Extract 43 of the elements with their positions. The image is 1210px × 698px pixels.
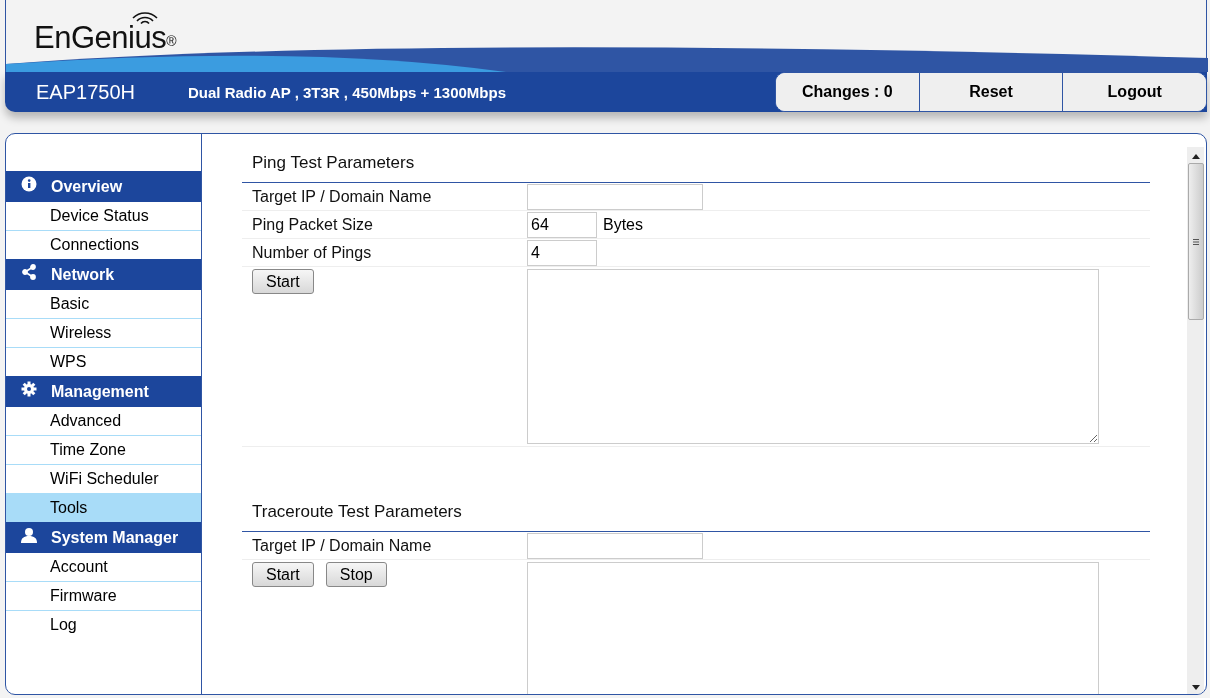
scrollbar[interactable] — [1187, 147, 1204, 694]
field-label: Target IP / Domain Name — [251, 536, 433, 555]
sidebar-item[interactable]: Log — [6, 611, 201, 639]
sidebar-item[interactable]: Connections — [6, 231, 201, 259]
output-textarea[interactable] — [527, 269, 1099, 444]
scroll-down-arrow-icon[interactable] — [1191, 685, 1200, 690]
output-textarea[interactable] — [527, 562, 1099, 694]
sidebar-item[interactable]: Tools — [6, 494, 201, 522]
field-label: Target IP / Domain Name — [251, 187, 433, 206]
section-title: Network — [51, 265, 115, 284]
user-icon — [21, 526, 37, 543]
start-button[interactable]: Start — [252, 562, 314, 587]
input-field[interactable]: 4 — [527, 239, 597, 266]
device-description: Dual Radio AP , 3T3R , 450Mbps + 1300Mbps — [188, 83, 507, 101]
input-field[interactable] — [527, 532, 703, 559]
input-field[interactable] — [527, 183, 703, 210]
scroll-up-arrow-icon[interactable] — [1191, 154, 1200, 159]
logout-button[interactable]: Logout — [1062, 73, 1206, 111]
sidebar-item[interactable]: Advanced — [6, 407, 201, 436]
sidebar-item[interactable]: Account — [6, 553, 201, 582]
section-title: Ping Test Parameters — [242, 150, 1150, 183]
device-model: EAP1750H — [36, 80, 136, 104]
section-title: System Manager — [51, 528, 179, 547]
sidebar-item[interactable]: WPS — [6, 348, 201, 376]
field-label: Number of Pings — [251, 243, 373, 262]
input-field[interactable]: 64 — [527, 211, 597, 238]
sidebar-item[interactable]: Time Zone — [6, 436, 201, 465]
sidebar-item[interactable]: Firmware — [6, 582, 201, 611]
section-title: Management — [51, 382, 149, 401]
start-button[interactable]: Start — [252, 269, 314, 294]
sidebar-item[interactable]: Wireless — [6, 319, 201, 348]
gear-icon — [21, 380, 37, 397]
section-title: Overview — [51, 177, 123, 196]
scroll-thumb[interactable] — [1187, 163, 1204, 320]
section-title: Traceroute Test Parameters — [242, 499, 1150, 532]
sidebar-item[interactable]: Basic — [6, 290, 201, 319]
wifi-icon — [132, 10, 158, 24]
sidebar-item[interactable]: Device Status — [6, 202, 201, 231]
share-icon — [21, 263, 37, 280]
unit-label: Bytes — [603, 215, 643, 234]
field-label: Ping Packet Size — [251, 215, 374, 234]
info-icon — [21, 175, 37, 192]
stop-button[interactable]: Stop — [325, 562, 387, 587]
